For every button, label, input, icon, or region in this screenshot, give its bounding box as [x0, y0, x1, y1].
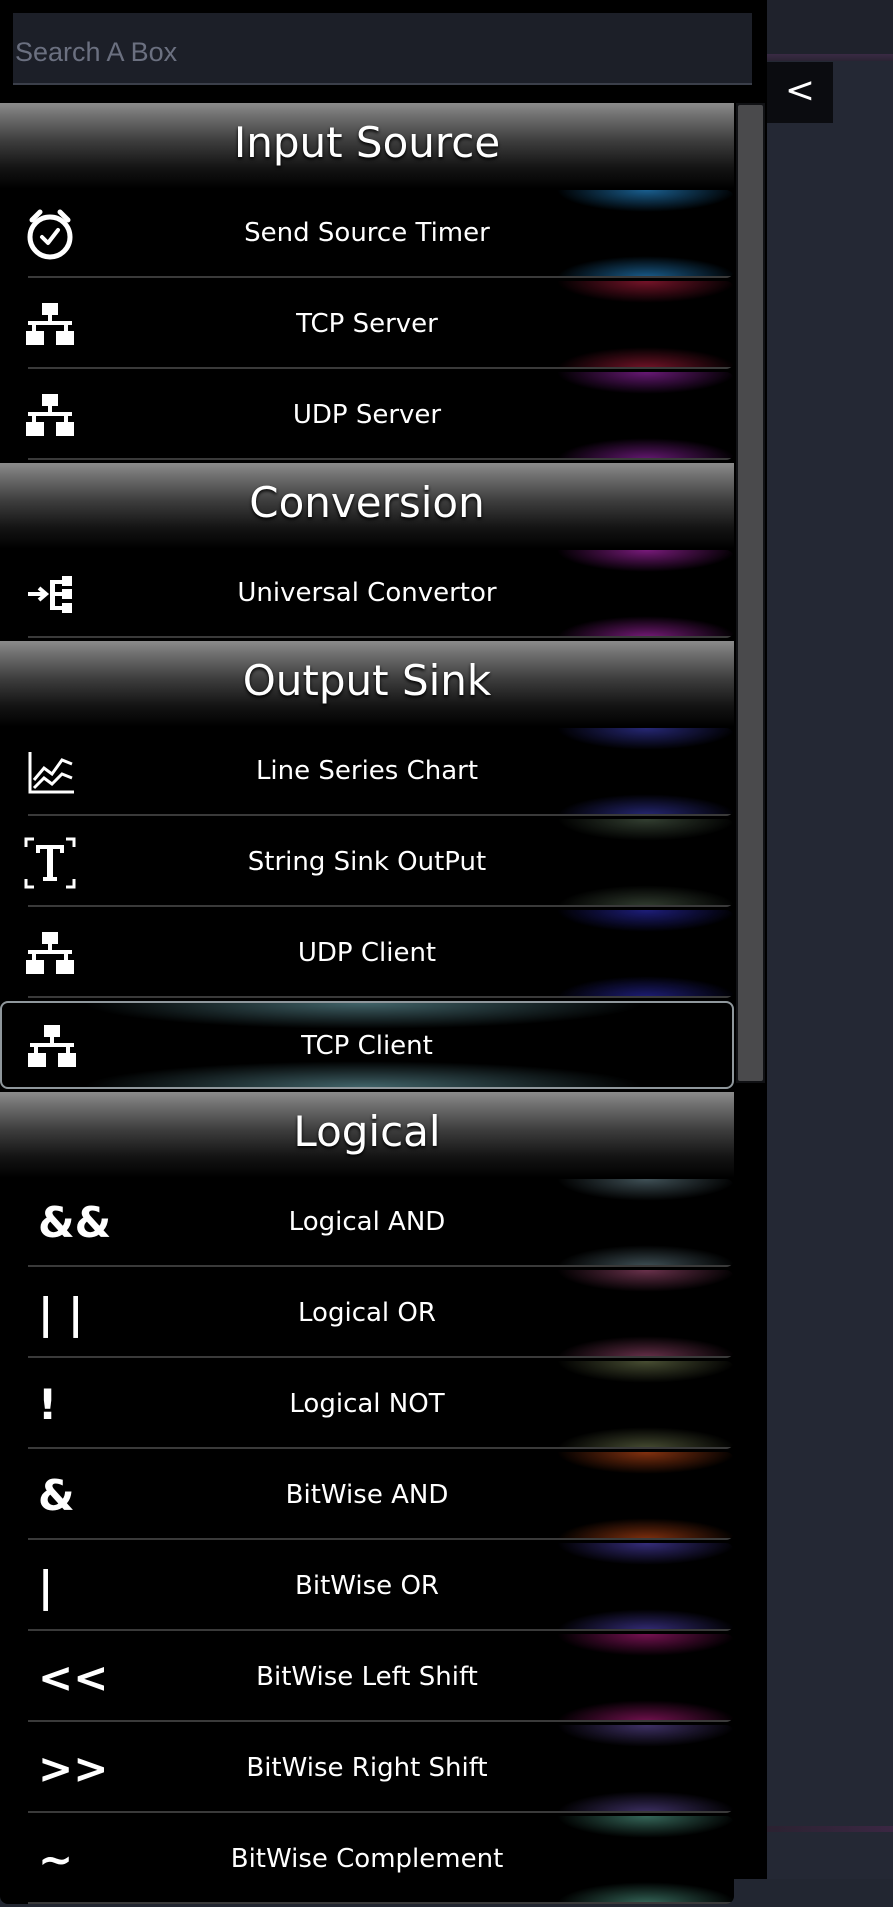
- item-label: BitWise AND: [285, 1480, 449, 1510]
- divider: [28, 1902, 734, 1904]
- item-label: Logical NOT: [289, 1389, 445, 1419]
- group-header-conversion[interactable]: Conversion: [0, 463, 734, 549]
- collapse-panel-button[interactable]: <: [767, 62, 833, 123]
- group-title: Input Source: [233, 118, 501, 167]
- list-item-line-series-chart[interactable]: Line Series Chart: [0, 728, 734, 816]
- divider: [28, 996, 734, 998]
- item-label: BitWise Complement: [230, 1844, 504, 1874]
- divider: [28, 1265, 734, 1267]
- list-item-logical-and[interactable]: && Logical AND: [0, 1179, 734, 1267]
- list-item-universal-convertor[interactable]: Universal Convertor: [0, 550, 734, 638]
- top-bar: [767, 0, 893, 58]
- toolbox-panel: Input Source Send Source Timer: [0, 0, 767, 1904]
- item-label: TCP Client: [301, 1031, 433, 1061]
- list-item-logical-or[interactable]: | | Logical OR: [0, 1270, 734, 1358]
- item-label: UDP Client: [297, 938, 437, 968]
- divider: [28, 814, 734, 816]
- list-item-udp-server[interactable]: UDP Server: [0, 372, 734, 460]
- group-title: Conversion: [249, 478, 485, 527]
- divider: [28, 1720, 734, 1722]
- group-title: Output Sink: [242, 656, 492, 705]
- item-label: Universal Convertor: [237, 578, 497, 608]
- divider: [28, 1356, 734, 1358]
- canvas-area: [767, 0, 893, 1879]
- divider: [28, 276, 734, 278]
- item-label: Logical OR: [298, 1298, 436, 1328]
- divider: [28, 458, 734, 460]
- list-item-send-source-timer[interactable]: Send Source Timer: [0, 190, 734, 278]
- bottom-accent-line: [767, 1826, 893, 1832]
- item-label: BitWise Left Shift: [256, 1662, 478, 1692]
- item-label: Logical AND: [288, 1207, 446, 1237]
- list-item-tcp-client[interactable]: TCP Client: [0, 1001, 734, 1089]
- item-label: TCP Server: [296, 309, 438, 339]
- divider: [28, 1538, 734, 1540]
- item-label: Line Series Chart: [255, 756, 479, 786]
- group-title: Logical: [293, 1107, 441, 1156]
- group-header-input-source[interactable]: Input Source: [0, 103, 734, 189]
- divider: [28, 1811, 734, 1813]
- search-box: [13, 13, 752, 85]
- list-item-bitwise-complement[interactable]: ~ BitWise Complement: [0, 1816, 734, 1904]
- divider: [28, 367, 734, 369]
- list-item-udp-client[interactable]: UDP Client: [0, 910, 734, 998]
- list-item-bitwise-or[interactable]: | BitWise OR: [0, 1543, 734, 1631]
- item-label: BitWise OR: [295, 1571, 439, 1601]
- search-input[interactable]: [13, 13, 752, 83]
- toolbox-list: Input Source Send Source Timer TCP Serve…: [0, 103, 734, 1907]
- group-header-output-sink[interactable]: Output Sink: [0, 641, 734, 727]
- list-item-tcp-server[interactable]: TCP Server: [0, 281, 734, 369]
- item-label: BitWise Right Shift: [246, 1753, 488, 1783]
- list-item-logical-not[interactable]: ! Logical NOT: [0, 1361, 734, 1449]
- group-header-logical[interactable]: Logical: [0, 1092, 734, 1178]
- list-item-string-sink-output[interactable]: String Sink OutPut: [0, 819, 734, 907]
- item-label: String Sink OutPut: [247, 847, 487, 877]
- divider: [28, 1447, 734, 1449]
- list-item-bitwise-right-shift[interactable]: >> BitWise Right Shift: [0, 1725, 734, 1813]
- item-label: Send Source Timer: [244, 218, 490, 248]
- item-label: UDP Server: [292, 400, 442, 430]
- scrollbar-thumb[interactable]: [738, 105, 763, 1081]
- divider: [28, 1629, 734, 1631]
- divider: [28, 905, 734, 907]
- list-item-bitwise-left-shift[interactable]: << BitWise Left Shift: [0, 1634, 734, 1722]
- list-item-bitwise-and[interactable]: & BitWise AND: [0, 1452, 734, 1540]
- top-accent-line: [767, 54, 893, 61]
- divider: [28, 636, 734, 638]
